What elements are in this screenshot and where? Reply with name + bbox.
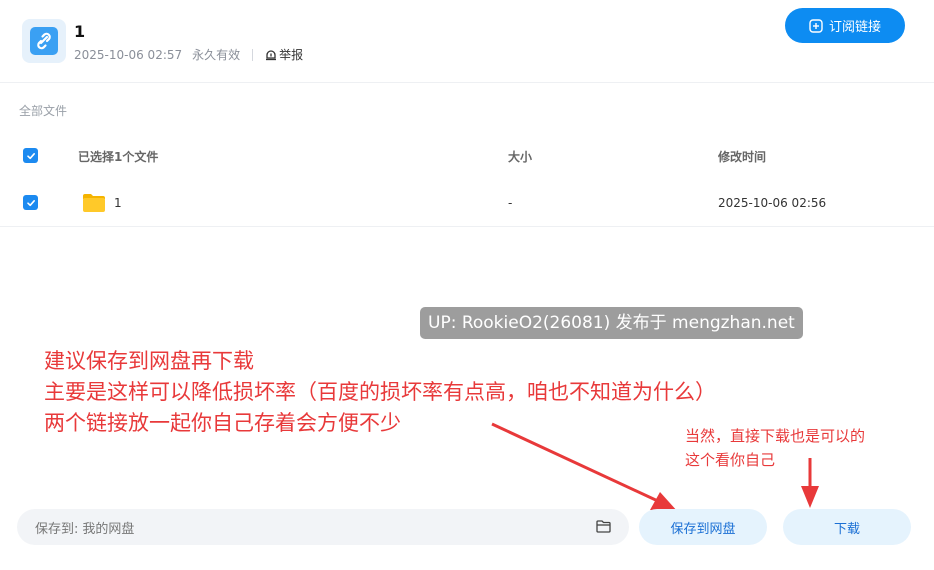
report-icon	[266, 49, 277, 60]
column-header-name: 已选择1个文件	[78, 149, 159, 164]
annotation-line: 当然，直接下载也是可以的	[685, 427, 866, 445]
breadcrumb-all-files[interactable]: 全部文件	[19, 102, 67, 119]
plus-square-icon	[809, 18, 823, 33]
share-validity: 永久有效	[192, 48, 241, 62]
file-name[interactable]: 1	[114, 196, 122, 210]
annotation-line: 两个链接放一起你自己存着会方便不少	[44, 411, 401, 435]
save-location-label: 保存到:	[35, 521, 79, 537]
meta-divider	[252, 48, 254, 61]
select-all-checkbox[interactable]	[23, 148, 38, 163]
annotation-line: 建议保存到网盘再下载	[44, 349, 254, 373]
save-location-selector[interactable]: 保存到: 我的网盘	[17, 509, 629, 545]
subscribe-label: 订阅链接	[828, 20, 881, 35]
annotation-main: 建议保存到网盘再下载 主要是这样可以降低损坏率（百度的损坏率有点高，咱也不知道为…	[44, 346, 716, 439]
share-title: 1	[74, 22, 86, 41]
share-date: 2025-10-06 02:57	[74, 47, 183, 62]
file-modified: 2025-10-06 02:56	[718, 196, 827, 210]
watermark-badge: UP: RookieO2(26081) 发布于 mengzhan.net	[420, 307, 803, 339]
file-name-cell[interactable]: 1	[82, 180, 122, 226]
folder-outline-icon[interactable]	[596, 520, 611, 533]
bottom-action-bar: 保存到: 我的网盘 保存到网盘 下载	[0, 504, 934, 554]
report-label: 举报	[279, 48, 304, 62]
download-button[interactable]: 下载	[783, 509, 911, 545]
save-location-value: 我的网盘	[82, 521, 135, 537]
subscribe-link-button[interactable]: 订阅链接	[785, 8, 905, 43]
annotation-line: 这个看你自己	[685, 451, 776, 469]
annotation-arrows	[491, 422, 819, 512]
file-size: -	[508, 196, 513, 210]
column-header-modified[interactable]: 修改时间	[718, 133, 766, 179]
table-row[interactable]: 1 - 2025-10-06 02:56	[0, 180, 934, 227]
check-icon	[26, 152, 35, 159]
report-link[interactable]: 举报	[265, 46, 303, 63]
row-checkbox[interactable]	[23, 195, 38, 210]
save-to-drive-button[interactable]: 保存到网盘	[639, 509, 767, 545]
share-header: 1 2025-10-06 02:57 永久有效 举报 订阅链接	[0, 0, 934, 83]
column-header-size[interactable]: 大小	[508, 133, 532, 179]
link-icon	[22, 19, 66, 63]
annotation-side: 当然，直接下载也是可以的 这个看你自己	[685, 424, 865, 472]
share-meta: 2025-10-06 02:57 永久有效 举报	[74, 46, 303, 63]
folder-icon	[83, 194, 105, 212]
annotation-line: 主要是这样可以降低损坏率（百度的损坏率有点高，咱也不知道为什么）	[44, 380, 716, 404]
check-icon	[26, 199, 35, 206]
table-header: 已选择1个文件 大小 修改时间	[0, 133, 934, 179]
